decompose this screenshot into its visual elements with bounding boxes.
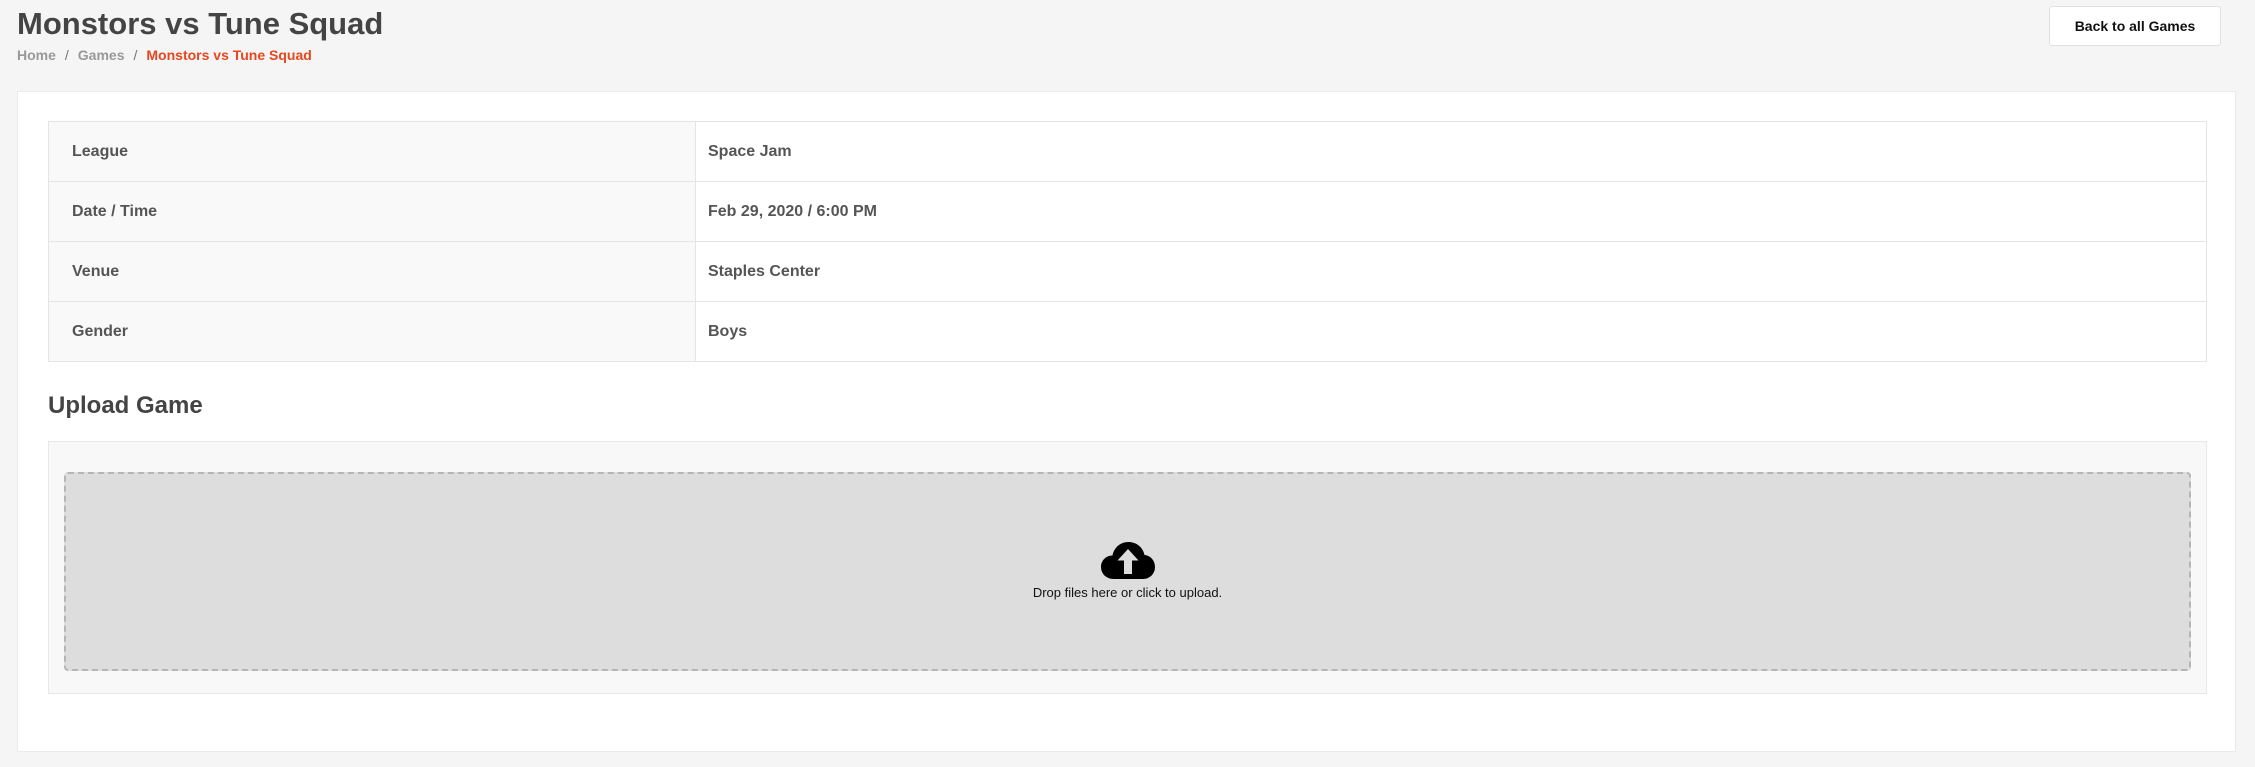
table-row: Venue Staples Center (48, 241, 2207, 302)
game-card: League Space Jam Date / Time Feb 29, 202… (17, 91, 2236, 752)
breadcrumb: Home / Games / Monstors vs Tune Squad (17, 47, 383, 63)
dropzone-message: Drop files here or click to upload. (1032, 585, 1223, 600)
gender-label: Gender (48, 301, 696, 362)
page-header: Monstors vs Tune Squad Home / Games / Mo… (17, 6, 383, 63)
page: Monstors vs Tune Squad Home / Games / Mo… (0, 0, 2255, 767)
breadcrumb-separator: / (64, 47, 69, 63)
league-label: League (48, 121, 696, 182)
date-time-value: Feb 29, 2020 / 6:00 PM (695, 181, 2207, 242)
venue-value: Staples Center (695, 241, 2207, 302)
gender-value: Boys (695, 301, 2207, 362)
breadcrumb-separator: / (133, 47, 138, 63)
game-details-table: League Space Jam Date / Time Feb 29, 202… (48, 121, 2207, 362)
breadcrumb-home-link[interactable]: Home (17, 47, 56, 63)
breadcrumb-games-link[interactable]: Games (78, 47, 125, 63)
table-row: Date / Time Feb 29, 2020 / 6:00 PM (48, 181, 2207, 242)
date-time-label: Date / Time (48, 181, 696, 242)
dropzone-content: Drop files here or click to upload. (66, 541, 2189, 600)
table-row: Gender Boys (48, 301, 2207, 362)
page-title: Monstors vs Tune Squad (17, 6, 384, 41)
file-dropzone[interactable]: Drop files here or click to upload. (64, 472, 2191, 671)
breadcrumb-current: Monstors vs Tune Squad (146, 47, 312, 63)
cloud-upload-icon (1100, 541, 1155, 579)
upload-section-title: Upload Game (48, 392, 203, 419)
upload-panel: Drop files here or click to upload. (48, 441, 2207, 694)
back-to-games-button[interactable]: Back to all Games (2049, 6, 2221, 46)
league-value: Space Jam (695, 121, 2207, 182)
venue-label: Venue (48, 241, 696, 302)
table-row: League Space Jam (48, 121, 2207, 182)
